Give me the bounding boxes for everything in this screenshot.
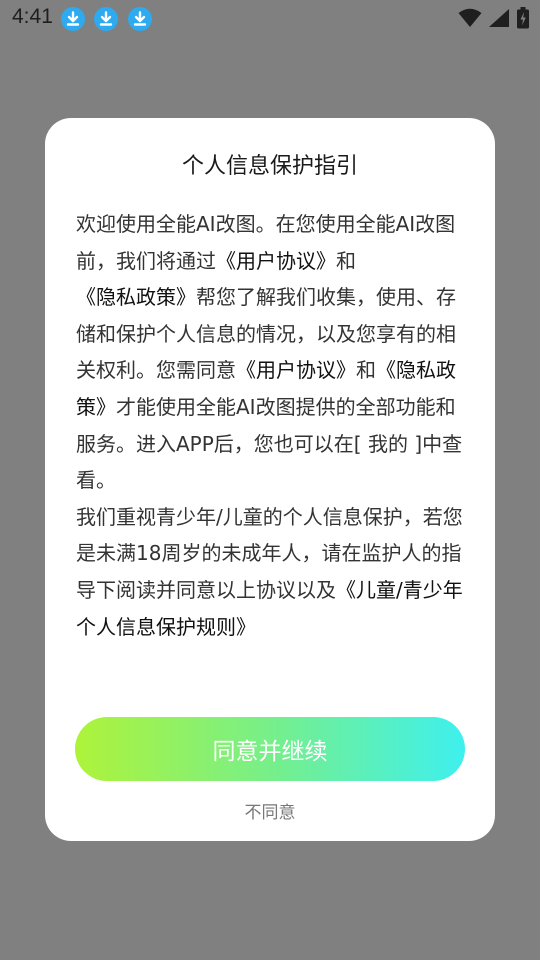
user-agreement-link[interactable]: 《用户协议》	[236, 358, 356, 382]
agree-continue-button[interactable]: 同意并继续	[75, 717, 465, 781]
download-icon	[94, 7, 118, 31]
download-icon	[128, 7, 152, 31]
body-text-segment: 和	[336, 248, 356, 273]
status-time: 4:41	[12, 5, 53, 28]
battery-charging-icon	[517, 7, 529, 29]
status-icons	[458, 7, 530, 29]
disagree-button[interactable]: 不同意	[0, 798, 540, 823]
download-icon	[61, 7, 85, 31]
body-text-segment: 和	[356, 358, 376, 383]
body-text-segment: 才能使用全能AI改图提供的全部功能和服务。进入APP后，您也可以在[ 我的 ]中…	[76, 394, 463, 493]
wifi-icon	[458, 8, 482, 27]
user-agreement-link[interactable]: 《用户协议》	[216, 249, 336, 273]
status-bar: 4:41	[0, 0, 540, 36]
dialog-body: 欢迎使用全能AI改图。在您使用全能AI改图前，我们将通过《用户协议》和 《隐私政策…	[76, 206, 468, 645]
dialog-title: 个人信息保护指引	[181, 154, 358, 179]
privacy-policy-link[interactable]: 《隐私政策》	[76, 285, 196, 309]
cell-signal-icon	[489, 9, 509, 27]
